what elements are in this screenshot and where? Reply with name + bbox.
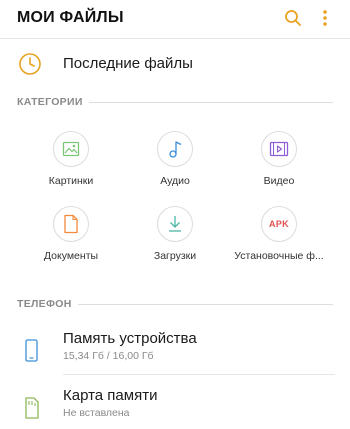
section-divider	[77, 303, 333, 305]
search-button[interactable]	[280, 5, 306, 31]
category-icon-circle	[261, 131, 297, 167]
category-audio[interactable]: Аудио	[119, 131, 231, 195]
category-label: Установочные ф...	[234, 250, 324, 262]
category-downloads[interactable]: Загрузки	[119, 206, 231, 270]
category-images[interactable]: Картинки	[15, 131, 127, 195]
list-divider	[63, 374, 335, 375]
category-icon-circle: APK	[261, 206, 297, 242]
category-label: Загрузки	[153, 250, 197, 262]
header-divider	[0, 38, 350, 39]
category-icon-circle	[53, 131, 89, 167]
clock-icon	[19, 53, 41, 75]
category-installation-files[interactable]: APK Установочные ф...	[223, 206, 335, 270]
storage-item-sd-card[interactable]: Карта памяти Не вставлена	[0, 387, 350, 429]
storage-title: Память устройства	[63, 330, 197, 347]
category-label: Документы	[43, 250, 99, 262]
storage-item-device[interactable]: Память устройства 15,34 Гб / 16,00 Гб	[0, 330, 350, 372]
more-options-button[interactable]	[314, 5, 336, 31]
video-icon	[269, 141, 289, 157]
page-title: МОИ ФАЙЛЫ	[17, 9, 124, 26]
image-icon	[62, 141, 80, 157]
phone-section-header: ТЕЛЕФОН	[17, 297, 333, 311]
categories-section-title: КАТЕГОРИИ	[17, 96, 83, 108]
sd-card-icon	[25, 397, 39, 419]
recent-files-item[interactable]: Последние файлы	[0, 45, 350, 87]
storage-usage: 15,34 Гб / 16,00 Гб	[63, 350, 154, 362]
category-video[interactable]: Видео	[223, 131, 335, 195]
more-vertical-icon	[323, 10, 327, 26]
document-icon	[64, 214, 78, 234]
search-icon	[285, 10, 301, 26]
recent-files-label: Последние файлы	[63, 55, 193, 72]
section-divider	[88, 101, 333, 103]
category-label: Аудио	[160, 175, 190, 187]
phone-section-title: ТЕЛЕФОН	[17, 298, 72, 310]
category-label: Картинки	[48, 175, 94, 187]
category-icon-circle	[53, 206, 89, 242]
categories-section-header: КАТЕГОРИИ	[17, 95, 333, 109]
music-note-icon	[169, 141, 182, 158]
storage-title: Карта памяти	[63, 387, 158, 404]
download-icon	[169, 216, 181, 232]
phone-icon	[25, 339, 38, 362]
category-icon-circle	[157, 206, 193, 242]
category-label: Видео	[263, 175, 295, 187]
app-bar: МОИ ФАЙЛЫ	[0, 0, 350, 38]
apk-icon: APK	[269, 219, 289, 229]
storage-status: Не вставлена	[63, 407, 130, 419]
category-documents[interactable]: Документы	[15, 206, 127, 270]
category-icon-circle	[157, 131, 193, 167]
